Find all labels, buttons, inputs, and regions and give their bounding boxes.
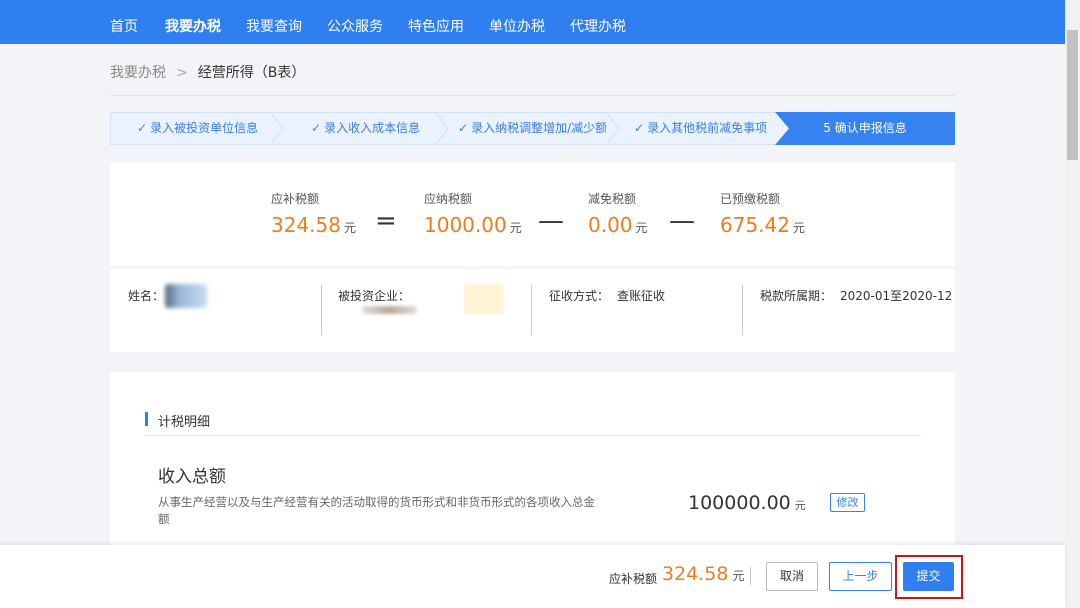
name-label: 姓名： bbox=[128, 289, 165, 303]
equals-sign: = bbox=[375, 206, 397, 236]
breadcrumb-parent-link[interactable]: 我要办税 bbox=[110, 65, 166, 81]
top-nav: 首页 我要办税 我要查询 公众服务 特色应用 单位办税 代理办税 bbox=[0, 0, 1065, 44]
info-divider bbox=[742, 285, 743, 335]
check-icon: ✓ bbox=[311, 121, 322, 135]
collection-method-value: 查账征收 bbox=[617, 289, 666, 303]
relief-unit: 元 bbox=[635, 221, 648, 235]
step-separator bbox=[436, 113, 448, 144]
income-total-description: 从事生产经营以及与生产经营有关的活动取得的货币形式和非货币形式的各项收入总金额 bbox=[158, 495, 595, 526]
step-4-label: 录入其他税前减免事项 bbox=[647, 121, 768, 135]
collection-method-label: 征收方式： bbox=[549, 289, 610, 303]
footer-payable-label: 应补税额 bbox=[609, 572, 658, 586]
check-icon: ✓ bbox=[458, 121, 469, 135]
prepaid-label: 已预缴税额 bbox=[720, 192, 781, 206]
tax-due-value: 1000.00 bbox=[424, 213, 507, 237]
summary-payable: 应补税额 324.58 元 bbox=[271, 190, 356, 237]
cancel-button[interactable]: 取消 bbox=[766, 562, 818, 591]
tax-summary-card: 应补税额 324.58 元 = 应纳税额 1000.00 元 — 减免税额 0.00… bbox=[110, 162, 955, 266]
step-3[interactable]: ✓ 录入纳税调整增加/减少额 bbox=[458, 113, 606, 144]
submit-highlight-box bbox=[895, 555, 963, 599]
income-total-title: 收入总额 bbox=[158, 467, 226, 487]
summary-relief: 减免税额 0.00 元 bbox=[588, 190, 648, 237]
tax-period: 税款所属期： 2020-01至2020-12 bbox=[760, 287, 952, 304]
tax-detail-card: 计税明细 收入总额 从事生产经营以及与生产经营有关的活动取得的货币形式和非货币形… bbox=[110, 372, 955, 552]
minus-sign: — bbox=[669, 206, 695, 236]
check-icon: ✓ bbox=[137, 121, 148, 135]
income-total-unit: 元 bbox=[794, 499, 806, 512]
breadcrumb-current: 经营所得（B表） bbox=[197, 65, 306, 81]
footer-divider bbox=[750, 567, 751, 585]
breadcrumb-divider bbox=[110, 95, 955, 96]
tax-due-label: 应纳税额 bbox=[424, 192, 473, 206]
step-1[interactable]: ✓ 录入被投资单位信息 bbox=[137, 113, 258, 144]
collection-method: 征收方式： 查账征收 bbox=[549, 287, 665, 304]
nav-item-featured-apps[interactable]: 特色应用 bbox=[408, 0, 464, 44]
tax-period-label: 税款所属期： bbox=[760, 289, 833, 303]
prepaid-unit: 元 bbox=[792, 221, 805, 235]
progress-steps: ✓ 录入被投资单位信息 ✓ 录入收入成本信息 ✓ 录入纳税调整增加/减少额 ✓ 录入其他… bbox=[110, 112, 955, 145]
step-4[interactable]: ✓ 录入其他税前减免事项 bbox=[634, 113, 767, 144]
check-icon: ✓ bbox=[634, 121, 645, 135]
step-2-label: 录入收入成本信息 bbox=[324, 121, 421, 135]
minus-sign: — bbox=[538, 206, 564, 236]
prepaid-value: 675.42 bbox=[720, 213, 790, 237]
step-2[interactable]: ✓ 录入收入成本信息 bbox=[311, 113, 420, 144]
redacted-company-block bbox=[464, 284, 504, 314]
payable-unit: 元 bbox=[343, 221, 356, 235]
nav-item-home[interactable]: 首页 bbox=[110, 0, 138, 44]
company-label: 被投资企业： bbox=[338, 289, 411, 303]
footer-payable-value: 324.58 bbox=[662, 563, 729, 585]
nav-item-query[interactable]: 我要查询 bbox=[246, 0, 302, 44]
step-separator bbox=[607, 113, 619, 144]
section-divider bbox=[145, 435, 921, 436]
breadcrumb: 我要办税 > 经营所得（B表） bbox=[110, 62, 305, 82]
income-total-amount: 100000.00 元 bbox=[688, 492, 806, 514]
step-separator bbox=[271, 113, 283, 144]
page-scrollbar[interactable] bbox=[1065, 0, 1080, 608]
summary-prepaid: 已预缴税额 675.42 元 bbox=[720, 190, 805, 237]
info-divider bbox=[531, 285, 532, 335]
income-total-value: 100000.00 bbox=[688, 492, 791, 514]
previous-step-button[interactable]: 上一步 bbox=[829, 562, 892, 591]
section-marker bbox=[145, 412, 148, 426]
relief-value: 0.00 bbox=[588, 213, 633, 237]
relief-label: 减免税额 bbox=[588, 192, 637, 206]
redacted-name bbox=[165, 284, 207, 308]
footer-payable-amount: 324.58 元 bbox=[662, 563, 745, 585]
step-3-label: 录入纳税调整增加/减少额 bbox=[471, 121, 606, 135]
section-title: 计税明细 bbox=[158, 415, 211, 430]
nav-item-tax-handling[interactable]: 我要办税 bbox=[165, 0, 221, 44]
nav-item-unit-tax[interactable]: 单位办税 bbox=[489, 0, 545, 44]
redacted-company bbox=[362, 306, 417, 314]
breadcrumb-separator: > bbox=[176, 65, 188, 81]
step-1-label: 录入被投资单位信息 bbox=[150, 121, 259, 135]
summary-tax-due: 应纳税额 1000.00 元 bbox=[424, 190, 522, 237]
footer-payable-unit: 元 bbox=[732, 569, 745, 583]
info-divider bbox=[321, 285, 322, 335]
nav-item-public-service[interactable]: 公众服务 bbox=[327, 0, 383, 44]
payable-label: 应补税额 bbox=[271, 192, 320, 206]
modify-income-button[interactable]: 修改 bbox=[830, 493, 865, 512]
taxpayer-info-card: 姓名： 被投资企业： 征收方式： 查账征收 税款所属期： 2020-01至2020-… bbox=[110, 269, 955, 352]
tax-period-value: 2020-01至2020-12 bbox=[840, 289, 953, 303]
step-5-active[interactable]: 5 确认申报信息 bbox=[775, 112, 955, 145]
payable-value: 324.58 bbox=[271, 213, 341, 237]
nav-item-agent-tax[interactable]: 代理办税 bbox=[570, 0, 626, 44]
scrollbar-thumb[interactable] bbox=[1067, 30, 1078, 160]
tax-due-unit: 元 bbox=[509, 221, 522, 235]
